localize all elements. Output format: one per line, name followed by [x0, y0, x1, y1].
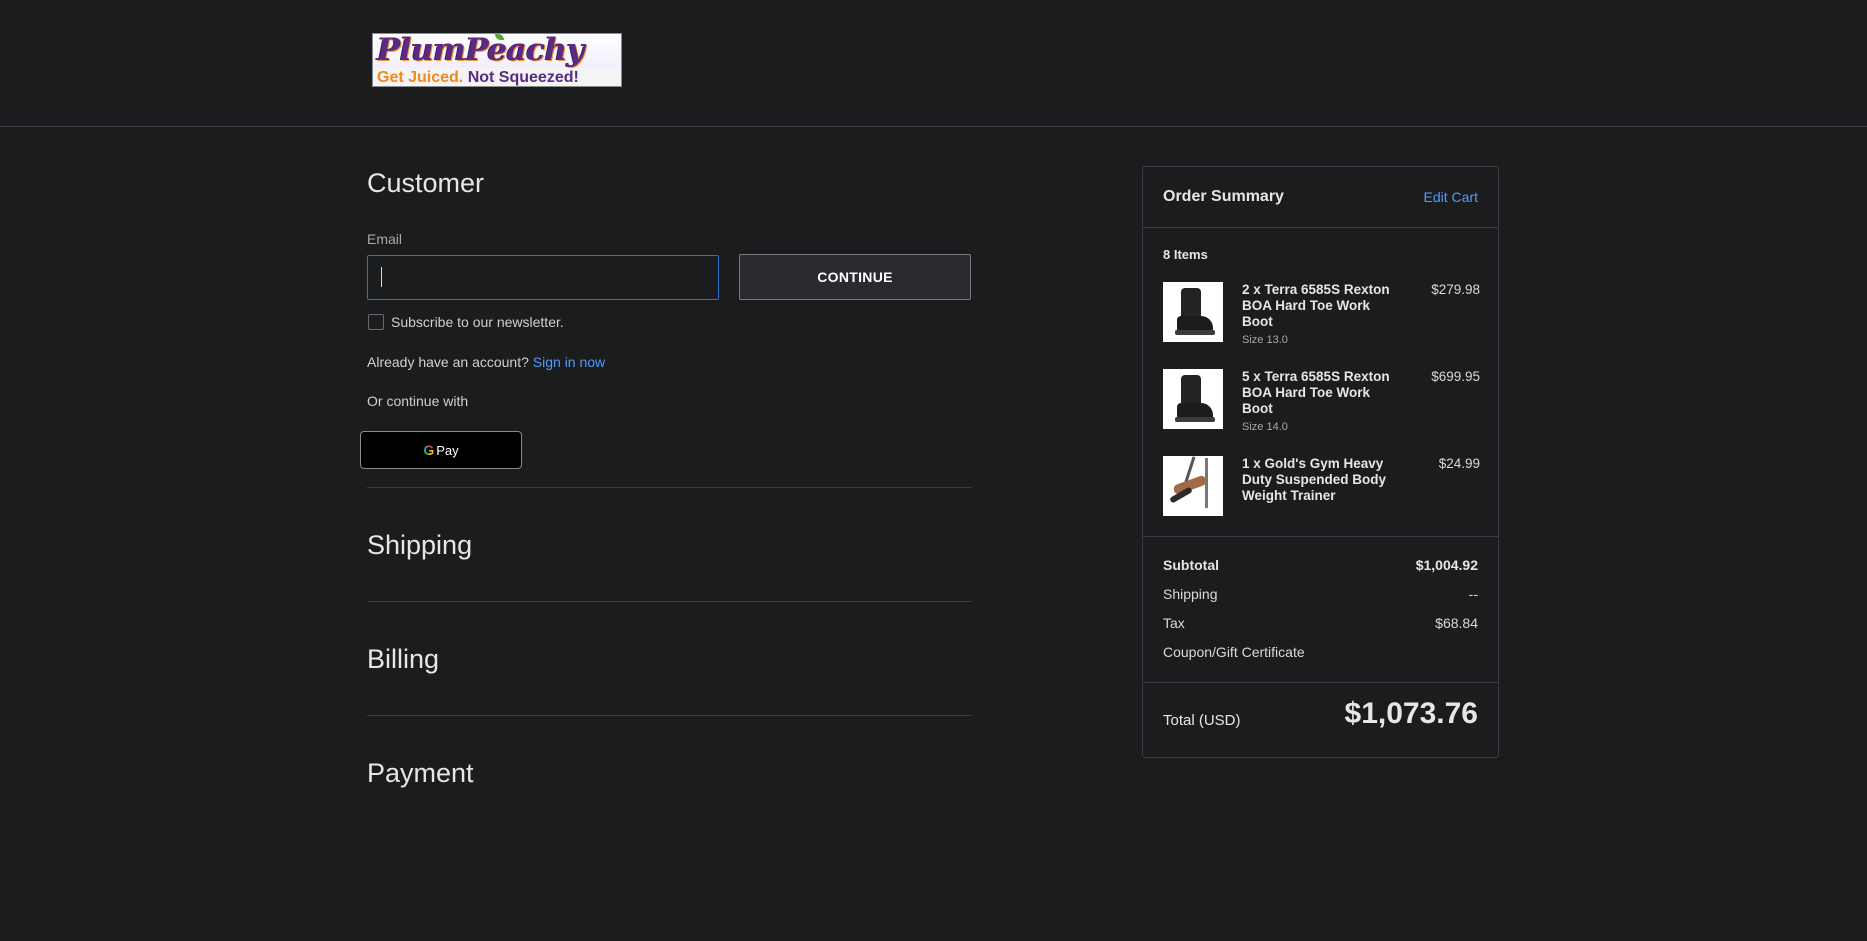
google-pay-button[interactable]: G Pay [360, 431, 522, 469]
cart-item-name[interactable]: 1 x Gold's Gym Heavy Duty Suspended Body… [1242, 456, 1392, 504]
cart-item: 5 x Terra 6585S Rexton BOA Hard Toe Work… [1163, 369, 1480, 449]
customer-heading: Customer [367, 168, 485, 198]
cart-item: 1 x Gold's Gym Heavy Duty Suspended Body… [1163, 456, 1480, 536]
subtotal-label: Subtotal [1163, 557, 1219, 573]
order-summary-title: Order Summary [1163, 188, 1284, 205]
cart-item-name[interactable]: 5 x Terra 6585S Rexton BOA Hard Toe Work… [1242, 369, 1392, 417]
summary-divider [1143, 682, 1498, 683]
cart-item-name[interactable]: 2 x Terra 6585S Rexton BOA Hard Toe Work… [1242, 282, 1392, 330]
total-label: Total (USD) [1163, 712, 1241, 729]
edit-cart-link[interactable]: Edit Cart [1424, 189, 1478, 205]
cart-item-price: $24.99 [1438, 456, 1480, 471]
subtotal-value: $1,004.92 [1415, 557, 1478, 573]
shipping-label: Shipping [1163, 586, 1218, 602]
site-header: PlumPeachy Get Juiced. Not Squeezed! [0, 0, 1867, 127]
cart-item-price: $699.95 [1431, 369, 1480, 384]
account-prompt-line: Already have an account? Sign in now [367, 354, 605, 370]
summary-divider [1143, 536, 1498, 537]
email-label: Email [367, 231, 403, 247]
text-caret [381, 267, 382, 287]
logo-tagline-b: Not Squeezed! [467, 69, 579, 86]
billing-heading[interactable]: Billing [367, 644, 439, 675]
suspension-trainer-image[interactable] [1163, 456, 1223, 516]
tax-value: $68.84 [1435, 615, 1478, 631]
logo-title: PlumPeachy [377, 33, 585, 68]
newsletter-checkbox[interactable] [368, 314, 384, 330]
section-divider [367, 715, 972, 716]
order-summary: Order Summary Edit Cart 8 Items 2 x Terr… [1142, 166, 1499, 758]
section-divider [367, 487, 972, 488]
items-count: 8 Items [1163, 247, 1208, 262]
logo-tagline-a: Get Juiced. [377, 69, 464, 86]
email-input[interactable] [367, 255, 719, 300]
cart-item-size: Size 13.0 [1242, 334, 1288, 346]
boot-image[interactable] [1163, 282, 1223, 342]
payment-heading[interactable]: Payment [367, 758, 474, 789]
cart-item-price: $279.98 [1431, 282, 1480, 297]
section-divider [367, 601, 972, 602]
cart-item: 2 x Terra 6585S Rexton BOA Hard Toe Work… [1163, 282, 1480, 362]
logo-tagline: Get Juiced. Not Squeezed! [373, 68, 621, 86]
store-logo[interactable]: PlumPeachy Get Juiced. Not Squeezed! [372, 33, 622, 87]
shipping-value: -- [1468, 586, 1478, 602]
google-g-icon: G [423, 442, 435, 458]
cart-item-size: Size 14.0 [1242, 421, 1288, 433]
alt-checkout-label: Or continue with [367, 393, 469, 409]
summary-divider [1143, 227, 1498, 228]
boot-sole [1175, 417, 1215, 422]
account-prompt-text: Already have an account? [367, 354, 529, 370]
google-pay-label: Pay [436, 442, 459, 458]
sign-in-link[interactable]: Sign in now [533, 354, 605, 370]
coupon-link[interactable]: Coupon/Gift Certificate [1163, 644, 1305, 660]
total-value: $1,073.76 [1344, 697, 1478, 730]
boot-sole [1175, 330, 1215, 335]
tax-label: Tax [1163, 615, 1185, 631]
continue-button[interactable]: CONTINUE [739, 254, 971, 300]
boot-image[interactable] [1163, 369, 1223, 429]
newsletter-label[interactable]: Subscribe to our newsletter. [391, 314, 564, 330]
shipping-heading[interactable]: Shipping [367, 530, 472, 561]
